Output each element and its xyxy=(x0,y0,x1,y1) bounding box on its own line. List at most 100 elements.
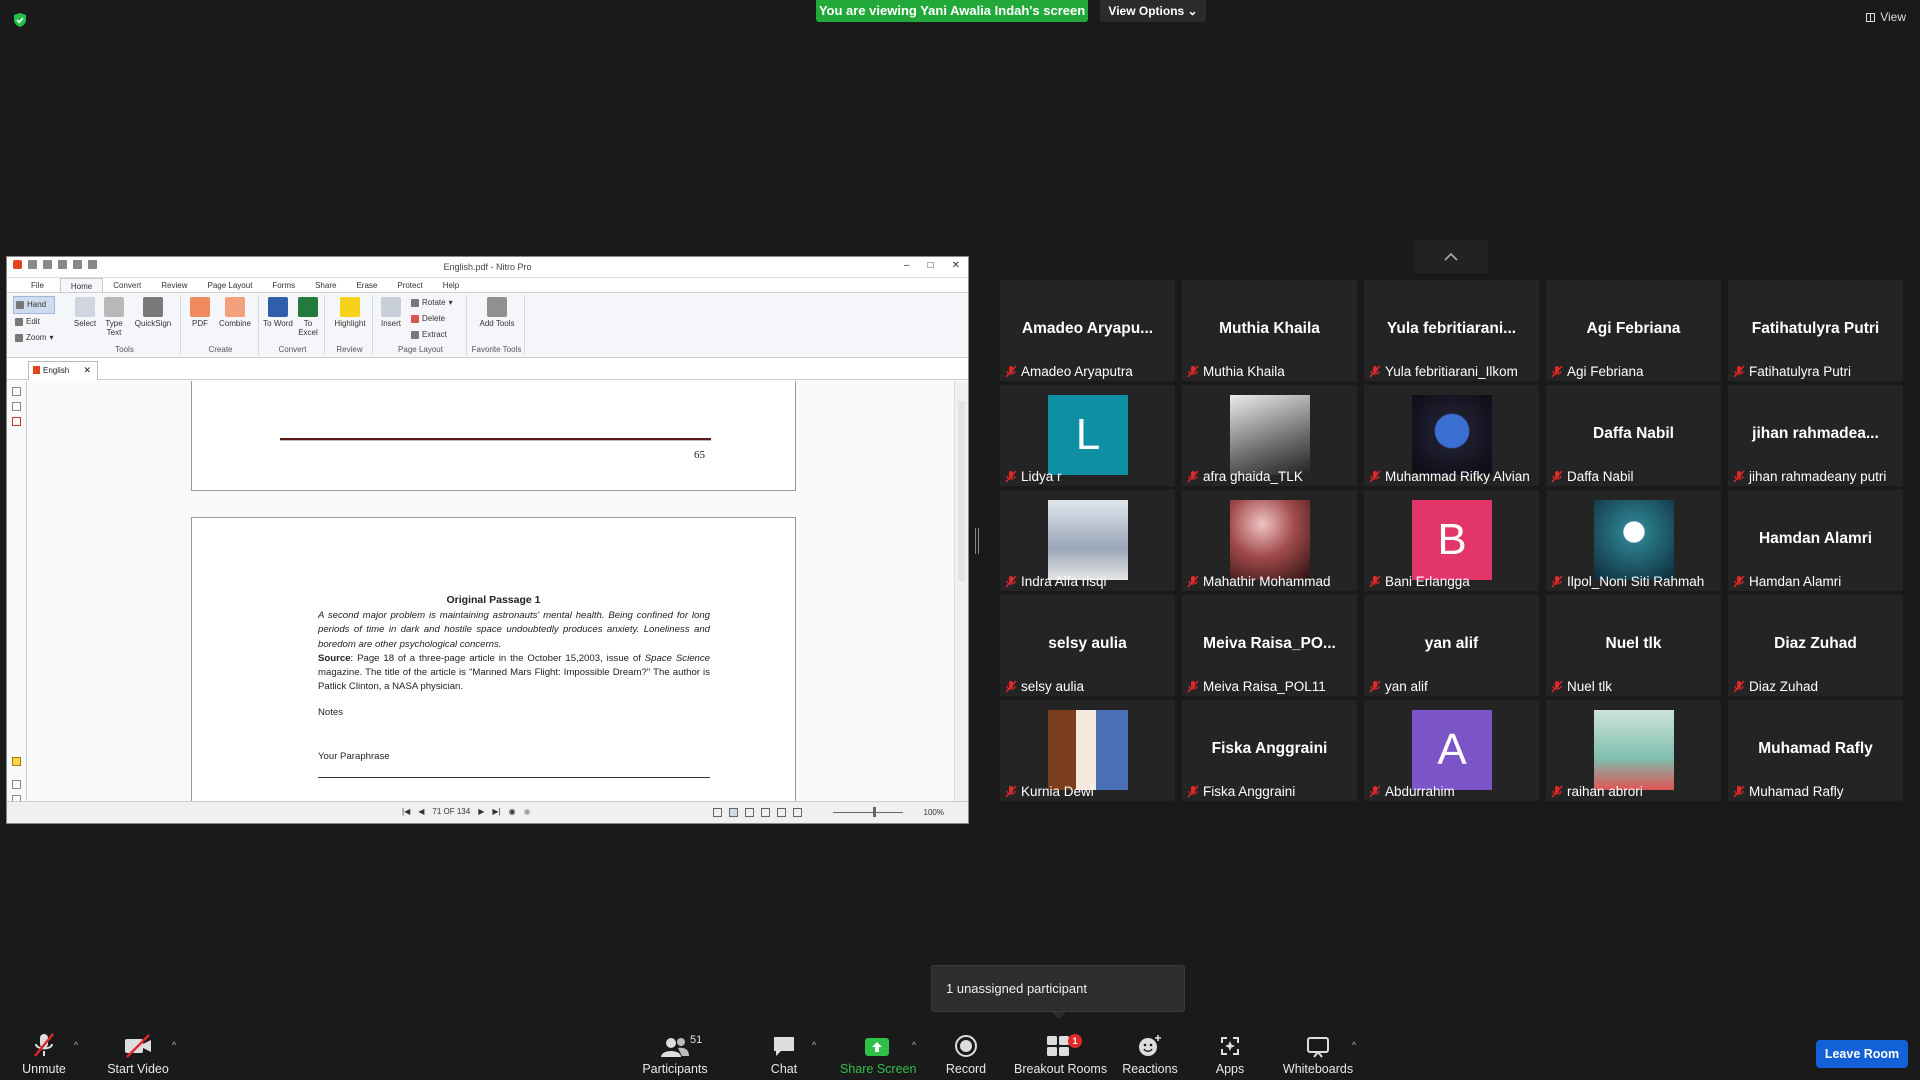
whiteboards-button[interactable]: Whiteboards xyxy=(1280,1030,1356,1076)
fit-width-icon[interactable] xyxy=(777,808,786,817)
tab-page-layout[interactable]: Page Layout xyxy=(197,278,262,292)
participant-tile[interactable]: Hamdan Alamri Hamdan Alamri xyxy=(1728,490,1903,591)
participant-tile[interactable]: Fiska Anggraini Fiska Anggraini xyxy=(1182,700,1357,801)
tab-convert[interactable]: Convert xyxy=(103,278,151,292)
unmute-button[interactable]: Unmute xyxy=(22,1030,66,1076)
scroll-thumb[interactable] xyxy=(958,401,965,581)
shield-icon[interactable] xyxy=(12,12,28,28)
audio-options-caret[interactable]: ^ xyxy=(74,1040,78,1050)
participant-tile[interactable]: jihan rahmadea... jihan rahmadeany putri xyxy=(1728,385,1903,486)
video-options-caret[interactable]: ^ xyxy=(172,1040,176,1050)
participant-tile[interactable]: Muhammad Rifky Alvian xyxy=(1364,385,1539,486)
participant-tile[interactable]: A Abdurrahim xyxy=(1364,700,1539,801)
add-tools-button[interactable]: Add Tools xyxy=(477,297,517,328)
participant-tile[interactable]: afra ghaida_TLK xyxy=(1182,385,1357,486)
participant-tile[interactable]: Fatihatulyra Putri Fatihatulyra Putri xyxy=(1728,280,1903,381)
full-screen-icon[interactable] xyxy=(793,808,802,817)
highlight-button[interactable]: Highlight xyxy=(331,297,369,328)
quicksign-button[interactable]: QuickSign xyxy=(131,297,175,328)
to-excel-button[interactable]: To Excel xyxy=(293,297,323,337)
insert-button[interactable]: Insert xyxy=(377,297,405,328)
combine-button[interactable]: Combine xyxy=(215,297,255,328)
zoom-level[interactable]: 100% xyxy=(924,808,944,817)
zoom-slider-knob[interactable] xyxy=(873,807,876,817)
participant-tile[interactable]: Meiva Raisa_PO... Meiva Raisa_POL11 xyxy=(1182,595,1357,696)
output-panel-icon[interactable] xyxy=(12,780,21,789)
participant-tile[interactable]: B Bani Erlangga xyxy=(1364,490,1539,591)
record-button[interactable]: Record xyxy=(944,1030,988,1076)
participant-tile[interactable]: Ilpol_Noni Siti Rahmah xyxy=(1546,490,1721,591)
comments-panel-icon[interactable] xyxy=(12,757,21,766)
extract-button[interactable]: Extract xyxy=(409,327,455,343)
forward-icon[interactable]: ◉ xyxy=(524,807,531,816)
minimize-icon[interactable]: – xyxy=(904,260,910,271)
facing-continuous-icon[interactable] xyxy=(761,808,770,817)
back-icon[interactable]: ◉ xyxy=(509,807,516,816)
participant-tile[interactable]: Daffa Nabil Daffa Nabil xyxy=(1546,385,1721,486)
delete-button[interactable]: Delete xyxy=(409,311,455,327)
whiteboards-options-caret[interactable]: ^ xyxy=(1352,1040,1356,1050)
next-page-icon[interactable]: ▶ xyxy=(478,807,484,816)
tab-home[interactable]: Home xyxy=(59,278,104,292)
breakout-rooms-button[interactable]: Breakout Rooms xyxy=(1014,1030,1107,1076)
split-handle[interactable] xyxy=(975,528,979,554)
participant-tile[interactable]: Yula febritiarani... Yula febritiarani_I… xyxy=(1364,280,1539,381)
pages-panel-icon[interactable] xyxy=(12,387,21,396)
zoom-slider[interactable] xyxy=(833,812,903,813)
select-button[interactable]: Select xyxy=(73,297,97,328)
participant-tile[interactable]: Kurnia Dewi xyxy=(1000,700,1175,801)
tab-protect[interactable]: Protect xyxy=(387,278,432,292)
to-word-button[interactable]: To Word xyxy=(263,297,293,328)
participant-tile[interactable]: yan alif yan alif xyxy=(1364,595,1539,696)
vertical-scrollbar[interactable] xyxy=(954,381,968,801)
prev-page-icon[interactable]: ◀ xyxy=(418,807,424,816)
continuous-icon[interactable] xyxy=(729,808,738,817)
maximize-icon[interactable]: □ xyxy=(928,260,934,271)
document-canvas[interactable]: 65 Original Passage 1 A second major pro… xyxy=(28,381,954,801)
participant-tile[interactable]: Muhamad Rafly Muhamad Rafly xyxy=(1728,700,1903,801)
attachments-panel-icon[interactable] xyxy=(12,417,21,426)
tab-file[interactable]: File xyxy=(21,278,60,292)
page-indicator[interactable]: 71 OF 134 xyxy=(432,807,470,816)
shared-screen-window[interactable]: English.pdf - Nitro Pro – □ ✕ File Home Co… xyxy=(6,256,969,824)
participant-tile[interactable]: Diaz Zuhad Diaz Zuhad xyxy=(1728,595,1903,696)
participant-tile[interactable]: raihan abrori xyxy=(1546,700,1721,801)
gallery-page-up-button[interactable] xyxy=(1414,240,1488,273)
participant-tile[interactable]: L Lidya r xyxy=(1000,385,1175,486)
leave-room-button[interactable]: Leave Room xyxy=(1816,1040,1908,1068)
first-page-icon[interactable]: |◀ xyxy=(402,807,410,816)
chat-options-caret[interactable]: ^ xyxy=(812,1040,816,1050)
tab-forms[interactable]: Forms xyxy=(262,278,305,292)
hand-tool-button[interactable]: Hand xyxy=(13,296,56,314)
unassigned-popup[interactable]: 1 unassigned participant xyxy=(931,965,1185,1012)
pdf-button[interactable]: PDF xyxy=(187,297,213,328)
view-options-button[interactable]: View Options ⌄ xyxy=(1100,0,1206,22)
facing-icon[interactable] xyxy=(745,808,754,817)
rotate-button[interactable]: Rotate ▾ xyxy=(409,295,455,311)
single-page-icon[interactable] xyxy=(713,808,722,817)
participant-tile[interactable]: Mahathir Mohammad xyxy=(1182,490,1357,591)
edit-tool-button[interactable]: Edit xyxy=(13,314,55,330)
participant-tile[interactable]: Amadeo Aryapu... Amadeo Aryaputra xyxy=(1000,280,1175,381)
tab-share[interactable]: Share xyxy=(305,278,346,292)
participant-tile[interactable]: Agi Febriana Agi Febriana xyxy=(1546,280,1721,381)
doc-tab-english[interactable]: English ✕ xyxy=(28,361,98,380)
tab-help[interactable]: Help xyxy=(433,278,469,292)
reactions-button[interactable]: Reactions xyxy=(1120,1030,1180,1076)
bookmarks-panel-icon[interactable] xyxy=(12,402,21,411)
tab-erase[interactable]: Erase xyxy=(346,278,387,292)
participant-tile[interactable]: selsy aulia selsy aulia xyxy=(1000,595,1175,696)
share-screen-button[interactable]: Share Screen xyxy=(840,1030,916,1076)
start-video-button[interactable]: Start Video xyxy=(106,1030,170,1076)
view-button[interactable]: View xyxy=(1866,10,1906,24)
chat-button[interactable]: Chat xyxy=(764,1030,804,1076)
close-icon[interactable]: ✕ xyxy=(952,260,960,271)
share-options-caret[interactable]: ^ xyxy=(912,1040,916,1050)
tab-review[interactable]: Review xyxy=(151,278,197,292)
participant-tile[interactable]: Indra Alfa risqi xyxy=(1000,490,1175,591)
participant-tile[interactable]: Nuel tlk Nuel tlk xyxy=(1546,595,1721,696)
last-page-icon[interactable]: ▶| xyxy=(492,807,500,816)
participant-tile[interactable]: Muthia Khaila Muthia Khaila xyxy=(1182,280,1357,381)
close-tab-icon[interactable]: ✕ xyxy=(83,365,91,376)
apps-button[interactable]: Apps xyxy=(1210,1030,1250,1076)
